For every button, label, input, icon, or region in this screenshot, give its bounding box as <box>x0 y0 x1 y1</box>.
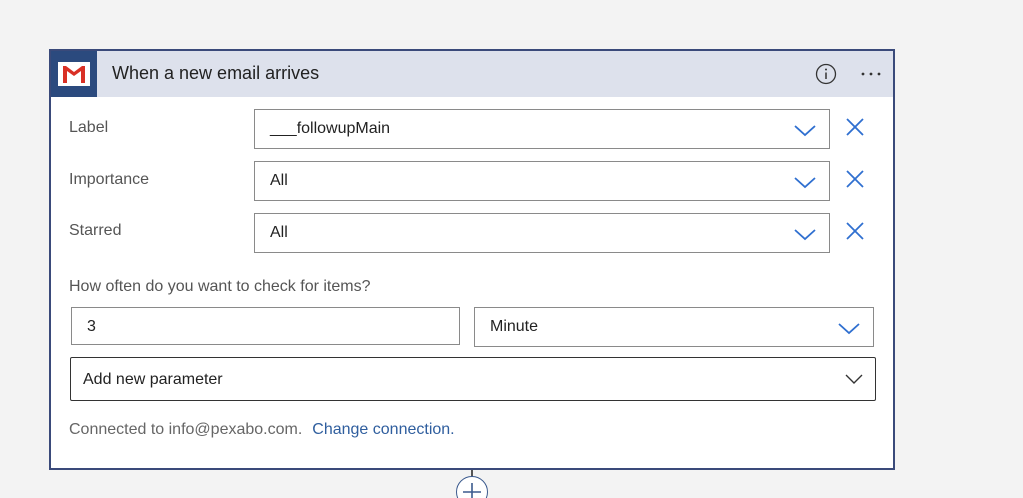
importance-dropdown-value: All <box>270 172 288 189</box>
chevron-down-icon <box>838 323 860 335</box>
trigger-card: When a new email arrives Label ___follow… <box>49 49 895 470</box>
info-icon[interactable] <box>814 62 838 86</box>
designer-canvas: When a new email arrives Label ___follow… <box>0 0 1023 498</box>
clear-label-icon[interactable] <box>843 115 867 139</box>
plus-icon <box>463 483 481 498</box>
connection-info: Connected to info@pexabo.com. Change conn… <box>69 421 455 439</box>
gmail-icon <box>58 62 90 86</box>
clear-starred-icon[interactable] <box>843 219 867 243</box>
add-step-button[interactable] <box>456 476 488 498</box>
connection-text: Connected to info@pexabo.com. <box>69 421 303 438</box>
importance-dropdown[interactable]: All <box>254 161 830 201</box>
label-dropdown[interactable]: ___followupMain <box>254 109 830 149</box>
starred-dropdown-value: All <box>270 224 288 241</box>
clear-importance-icon[interactable] <box>843 167 867 191</box>
frequency-dropdown[interactable]: Minute <box>474 307 874 347</box>
connector-icon-box <box>51 51 97 97</box>
starred-field-label: Starred <box>69 222 122 239</box>
chevron-down-icon <box>794 125 816 137</box>
card-title: When a new email arrives <box>112 63 320 83</box>
add-parameter-label: Add new parameter <box>83 371 223 388</box>
interval-input[interactable]: 3 <box>71 307 460 345</box>
frequency-value: Minute <box>490 318 539 335</box>
add-parameter-dropdown[interactable]: Add new parameter <box>70 357 876 401</box>
chevron-down-icon <box>794 229 816 241</box>
label-dropdown-value: ___followupMain <box>270 120 391 137</box>
more-options-icon[interactable] <box>859 62 883 86</box>
chevron-down-icon <box>794 177 816 189</box>
chevron-down-icon <box>845 374 863 384</box>
change-connection-link[interactable]: Change connection. <box>312 421 454 438</box>
importance-field-label: Importance <box>69 171 150 188</box>
starred-dropdown[interactable]: All <box>254 213 830 253</box>
label-field-label: Label <box>69 119 109 136</box>
interval-value: 3 <box>87 318 96 335</box>
recurrence-question: How often do you want to check for items… <box>69 278 371 295</box>
card-header[interactable]: When a new email arrives <box>51 51 893 97</box>
